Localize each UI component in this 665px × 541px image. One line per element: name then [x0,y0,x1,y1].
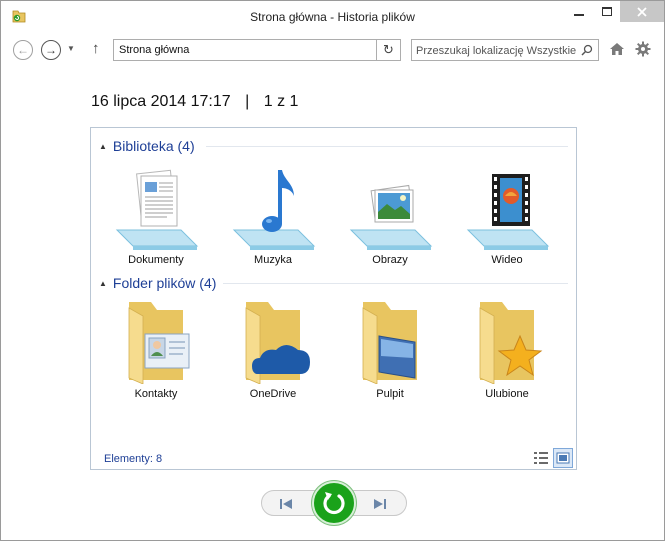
forward-button[interactable]: → [41,40,61,60]
library-item-music[interactable]: Muzyka [225,166,321,266]
music-library-icon [232,170,316,250]
large-icons-view-button[interactable] [553,448,573,468]
collapse-caret-icon: ▲ [99,141,107,151]
refresh-icon: ↻ [383,42,394,57]
maximize-button[interactable] [593,1,620,22]
up-arrow-icon: ↑ [92,40,100,57]
next-version-icon [374,499,386,509]
desktop-folder-icon [362,302,417,384]
group-header-folders[interactable]: ▲ Folder plików (4) [99,274,216,292]
group-title: Folder plików (4) [112,275,217,291]
onedrive-folder-icon [245,302,310,384]
snapshot-position: 1 z 1 [263,93,299,110]
restore-button[interactable] [312,481,356,525]
item-label: Obrazy [372,254,408,266]
item-label: Pulpit [376,388,404,400]
snapshot-date: 16 lipca 2014 17:17 [91,93,231,110]
snapshot-info: 16 lipca 2014 17:17 | 1 z 1 [91,93,308,111]
items-count: Elementy: 8 [104,453,163,465]
minimize-icon [574,13,584,16]
group-header-libraries[interactable]: ▲ Biblioteka (4) [99,137,195,155]
folder-item-desktop[interactable]: Pulpit [342,298,438,400]
next-version-button[interactable] [370,497,390,511]
library-item-videos[interactable]: Wideo [459,166,555,266]
back-arrow-icon: ← [17,43,29,57]
videos-library-icon [466,174,550,250]
title-bar: Strona główna - Historia plików [1,1,664,32]
maximize-icon [601,7,612,16]
search-icon [581,44,593,56]
home-icon[interactable] [609,41,625,57]
documents-library-icon [115,169,199,250]
navigation-bar: ← → ▼ ↑ Strona główna ↻ [1,32,664,68]
group-divider [206,146,568,147]
minimize-button[interactable] [565,1,593,22]
folder-item-onedrive[interactable]: OneDrive [225,298,321,400]
item-label: Kontakty [134,388,178,400]
recent-locations-dropdown[interactable]: ▼ [67,44,75,53]
search-input[interactable] [416,43,576,58]
group-divider [223,283,568,284]
group-title: Biblioteka (4) [112,138,195,154]
folder-item-favorites[interactable]: Ulubione [459,298,555,400]
up-button[interactable]: ↑ [92,40,100,57]
library-item-documents[interactable]: Dokumenty [108,166,204,266]
item-label: Ulubione [485,388,529,400]
chevron-down-icon: ▼ [67,44,75,53]
content-pane: ▲ Biblioteka (4) Dokumenty Muzyka Obrazy… [90,127,577,470]
details-view-icon[interactable] [533,451,549,465]
file-history-window: Strona główna - Historia plików ← → ▼ ↑ … [0,0,665,541]
previous-version-button[interactable] [276,497,296,511]
item-label: Muzyka [254,254,292,266]
address-bar[interactable]: Strona główna [113,39,377,61]
refresh-button[interactable]: ↻ [377,39,401,61]
contacts-folder-icon [128,302,190,384]
close-button[interactable] [620,1,664,22]
back-button[interactable]: ← [13,40,33,60]
library-item-pictures[interactable]: Obrazy [342,166,438,266]
close-icon [637,6,647,17]
large-icons-view-icon [556,452,570,464]
address-text: Strona główna [119,44,190,56]
gear-icon[interactable] [635,41,651,57]
collapse-caret-icon: ▲ [99,278,107,288]
forward-arrow-icon: → [45,43,57,57]
item-label: Dokumenty [128,254,184,266]
folder-item-contacts[interactable]: Kontakty [108,298,204,400]
previous-version-icon [280,499,292,509]
item-label: Wideo [491,254,523,266]
search-box[interactable] [411,39,599,61]
pictures-library-icon [349,184,433,250]
favorites-folder-icon [479,302,543,384]
item-label: OneDrive [249,388,297,400]
restore-icon [323,492,345,515]
snapshot-separator: | [245,93,250,110]
